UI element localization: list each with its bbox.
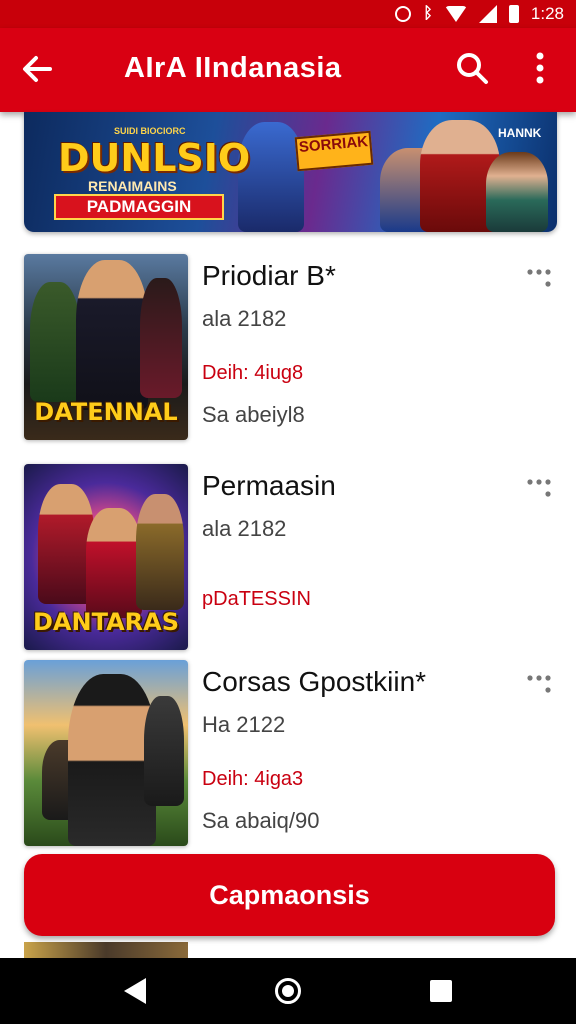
thumb-character-right — [140, 278, 182, 398]
thumb-character-right — [144, 696, 184, 806]
more-options-button[interactable] — [524, 264, 554, 292]
thumb-character-center — [68, 674, 156, 846]
arrow-back-icon — [23, 56, 52, 82]
item-highlight: Deih: 4iga3 — [202, 768, 304, 790]
list-item[interactable]: DANTARAS Permaasin ala 2182 pDaTESSIN — [24, 464, 557, 650]
search-button[interactable] — [454, 50, 490, 86]
banner-title: DUNLSIO — [58, 136, 251, 180]
item-meta: ala 2182 — [202, 306, 287, 331]
nav-home-icon[interactable] — [275, 978, 301, 1004]
item-title: Priodiar B* — [202, 260, 336, 291]
wifi-icon — [444, 6, 467, 22]
banner-subtitle: RENAIMAINS — [88, 178, 177, 194]
list-item[interactable]: DATENNAL Priodiar B* ala 2182 Deih: 4iug… — [24, 254, 557, 440]
banner-small-text: SUIDI BIOCIORC — [114, 126, 186, 136]
banner-ribbon: PADMAGGIN — [54, 194, 224, 220]
thumb-character-center — [76, 260, 148, 410]
next-item-thumbnail-peek — [24, 942, 188, 958]
banner-character-3 — [486, 152, 548, 232]
promo-banner[interactable]: SUIDI BIOCIORC DUNLSIO RENAIMAINS PADMAG… — [24, 112, 557, 232]
more-options-button[interactable] — [524, 670, 554, 698]
thumb-character-center — [86, 508, 142, 618]
item-footer: Sa abaiq/90 — [202, 808, 320, 833]
item-footer: Sa abeiyl8 — [202, 402, 305, 427]
item-title: Corsas Gpostkiin* — [202, 666, 427, 697]
item-title: Permaasin — [202, 470, 336, 501]
more-horizontal-icon — [527, 479, 551, 497]
thumb-caption: DANTARAS — [32, 608, 179, 636]
more-vertical-icon — [536, 52, 544, 84]
thumb-character-left — [30, 282, 80, 402]
more-options-button[interactable] — [524, 474, 554, 502]
nav-back-icon[interactable] — [124, 978, 146, 1004]
app-bar: AIrA IIndanasia — [0, 28, 576, 112]
overflow-menu-button[interactable] — [526, 50, 554, 86]
alarm-icon — [395, 6, 412, 22]
thumb-character-right — [136, 494, 184, 610]
back-button[interactable] — [20, 52, 60, 88]
app-title: AIrA IIndanasia — [124, 52, 342, 84]
search-icon — [457, 53, 488, 84]
item-highlight: Deih: 4iug8 — [202, 362, 304, 384]
item-highlight: pDaTESSIN — [202, 588, 311, 610]
nav-recents-icon[interactable] — [430, 980, 452, 1002]
signal-icon — [478, 5, 497, 23]
bluetooth-icon: ᛒ — [423, 5, 433, 22]
list-item[interactable]: Corsas Gpostkiin* Ha 2122 Deih: 4iga3 Sa… — [24, 660, 557, 846]
item-thumbnail[interactable]: DATENNAL — [24, 254, 188, 440]
banner-sticker: SORRIAK — [294, 130, 374, 172]
more-horizontal-icon — [527, 269, 551, 287]
item-meta: ala 2182 — [202, 516, 287, 541]
item-thumbnail[interactable]: DANTARAS — [24, 464, 188, 650]
banner-corner-label: HANNK — [498, 126, 542, 140]
thumb-caption: DATENNAL — [34, 398, 178, 426]
status-bar: ᛒ 1:28 — [0, 0, 576, 28]
item-thumbnail[interactable] — [24, 660, 188, 846]
primary-action-button[interactable]: Capmaonsis — [24, 854, 555, 936]
battery-icon — [508, 5, 519, 23]
system-nav-bar — [0, 958, 576, 1024]
more-horizontal-icon — [527, 675, 551, 693]
status-time: 1:28 — [530, 4, 564, 23]
item-meta: Ha 2122 — [202, 712, 286, 737]
